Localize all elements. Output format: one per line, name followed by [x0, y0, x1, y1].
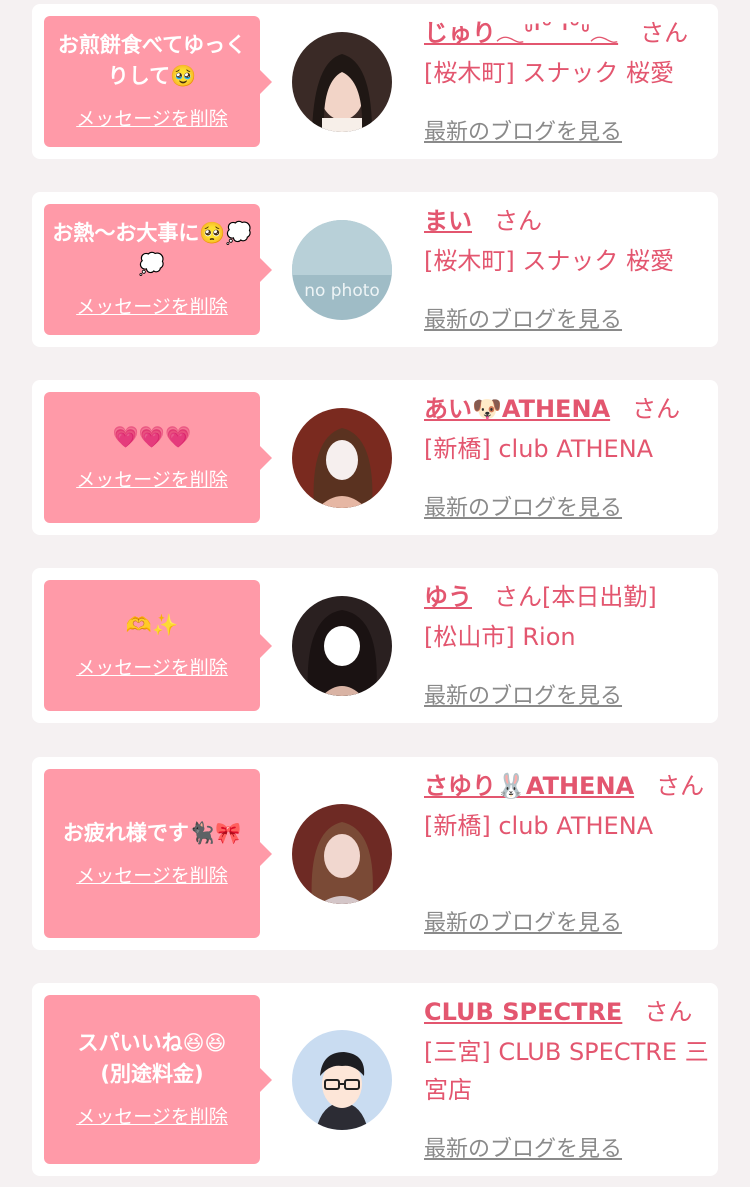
profile-name-link[interactable]: ゆう — [424, 583, 472, 611]
delete-message-link[interactable]: メッセージを削除 — [76, 653, 228, 680]
shop-name: [新橋] club ATHENA — [424, 435, 654, 463]
avatar-photo — [292, 596, 392, 696]
blog-link[interactable]: 最新のブログを見る — [424, 1131, 622, 1163]
profile-name-link[interactable]: CLUB SPECTRE — [424, 998, 622, 1026]
message-bubble: お熱〜お大事に🥺💭💭 メッセージを削除 — [44, 204, 272, 335]
blog-link[interactable]: 最新のブログを見る — [424, 302, 622, 334]
message-text: スパいいね😆😆 (別途料金) — [77, 1031, 227, 1086]
profile-info: あい🐶ATHENA さん [新橋] club ATHENA — [424, 390, 710, 468]
honorific: さん — [640, 19, 689, 47]
avatar-placeholder: no photo — [292, 220, 392, 320]
avatar-photo — [292, 32, 392, 132]
message-text: お煎餅食べてゆっくりして🥹 — [57, 33, 247, 88]
profile-info: じゅり𓂃ᐡ'˘ '˘ᐡ𓂃 さん [桜木町] スナック 桜愛 — [424, 14, 710, 92]
avatar-photo — [292, 804, 392, 904]
name-line: まい さん — [424, 202, 710, 240]
delete-message-link[interactable]: メッセージを削除 — [76, 1102, 228, 1129]
delete-message-link[interactable]: メッセージを削除 — [76, 861, 228, 888]
profile-info: さゆり🐰ATHENA さん [新橋] club ATHENA — [424, 767, 710, 845]
no-photo-text: no photo — [304, 281, 380, 301]
avatar[interactable] — [292, 1030, 392, 1130]
blog-link[interactable]: 最新のブログを見る — [424, 678, 622, 710]
avatar[interactable] — [292, 32, 392, 132]
honorific: さん — [494, 207, 542, 235]
blog-link[interactable]: 最新のブログを見る — [424, 114, 622, 146]
profile-name-link[interactable]: じゅり𓂃ᐡ'˘ '˘ᐡ𓂃 — [424, 19, 618, 47]
profile-name-link[interactable]: さゆり🐰ATHENA — [424, 772, 634, 800]
status-tag: [本日出勤] — [542, 583, 657, 611]
avatar[interactable]: no photo — [292, 220, 392, 320]
shop-name: [新橋] club ATHENA — [424, 812, 654, 840]
profile-info: ゆう さん[本日出勤] [松山市] Rion — [424, 578, 710, 656]
profile-name-link[interactable]: まい — [424, 207, 472, 235]
list-item: スパいいね😆😆 (別途料金) メッセージを削除 CLUB SPECTRE さん [… — [32, 983, 718, 1176]
name-line: ゆう さん[本日出勤] — [424, 578, 710, 616]
honorific: さん — [494, 583, 542, 611]
message-bubble: お疲れ様です🐈‍⬛🎀 メッセージを削除 — [44, 769, 272, 938]
message-bubble: 💗💗💗 メッセージを削除 — [44, 392, 272, 523]
profile-name-link[interactable]: あい🐶ATHENA — [424, 395, 610, 423]
shop-name: [松山市] Rion — [424, 623, 576, 651]
message-text: お熱〜お大事に🥺💭💭 — [52, 221, 252, 276]
honorific: さん — [644, 998, 693, 1026]
delete-message-link[interactable]: メッセージを削除 — [76, 292, 228, 319]
list-item: 💗💗💗 メッセージを削除 あい🐶ATHENA さん [新橋] club ATHEN… — [32, 380, 718, 535]
name-line: CLUB SPECTRE さん — [424, 993, 710, 1031]
name-line: あい🐶ATHENA さん — [424, 390, 710, 428]
name-line: さゆり🐰ATHENA さん — [424, 767, 710, 805]
message-bubble: スパいいね😆😆 (別途料金) メッセージを削除 — [44, 995, 272, 1164]
shop-name: [桜木町] スナック 桜愛 — [424, 59, 674, 87]
message-bubble: お煎餅食べてゆっくりして🥹 メッセージを削除 — [44, 16, 272, 147]
list-item: お煎餅食べてゆっくりして🥹 メッセージを削除 じゅり𓂃ᐡ'˘ '˘ᐡ𓂃 さん [桜… — [32, 4, 718, 159]
honorific: さん — [656, 772, 705, 800]
avatar[interactable] — [292, 804, 392, 904]
message-bubble: 🫶✨ メッセージを削除 — [44, 580, 272, 711]
profile-info: CLUB SPECTRE さん [三宮] CLUB SPECTRE 三宮店 — [424, 993, 710, 1109]
list-item: お疲れ様です🐈‍⬛🎀 メッセージを削除 さゆり🐰ATHENA さん [新橋] cl… — [32, 757, 718, 950]
message-text: 🫶✨ — [125, 612, 179, 637]
avatar[interactable] — [292, 596, 392, 696]
message-text: 💗💗💗 — [112, 424, 192, 449]
avatar-illustration — [292, 1030, 392, 1130]
message-text: お疲れ様です🐈‍⬛🎀 — [62, 820, 242, 845]
list-item: お熱〜お大事に🥺💭💭 メッセージを削除 no photo まい さん [桜木町] … — [32, 192, 718, 347]
delete-message-link[interactable]: メッセージを削除 — [76, 104, 228, 131]
blog-link[interactable]: 最新のブログを見る — [424, 905, 622, 937]
shop-name: [三宮] CLUB SPECTRE 三宮店 — [424, 1038, 709, 1104]
name-line: じゅり𓂃ᐡ'˘ '˘ᐡ𓂃 さん — [424, 14, 710, 52]
honorific: さん — [632, 395, 681, 423]
shop-name: [桜木町] スナック 桜愛 — [424, 247, 674, 275]
avatar-photo — [292, 408, 392, 508]
blog-link[interactable]: 最新のブログを見る — [424, 490, 622, 522]
message-list: お煎餅食べてゆっくりして🥹 メッセージを削除 じゅり𓂃ᐡ'˘ '˘ᐡ𓂃 さん [桜… — [0, 0, 750, 1187]
list-item: 🫶✨ メッセージを削除 ゆう さん[本日出勤] [松山市] Rion 最新のブログ… — [32, 568, 718, 723]
avatar[interactable] — [292, 408, 392, 508]
delete-message-link[interactable]: メッセージを削除 — [76, 465, 228, 492]
profile-info: まい さん [桜木町] スナック 桜愛 — [424, 202, 710, 280]
